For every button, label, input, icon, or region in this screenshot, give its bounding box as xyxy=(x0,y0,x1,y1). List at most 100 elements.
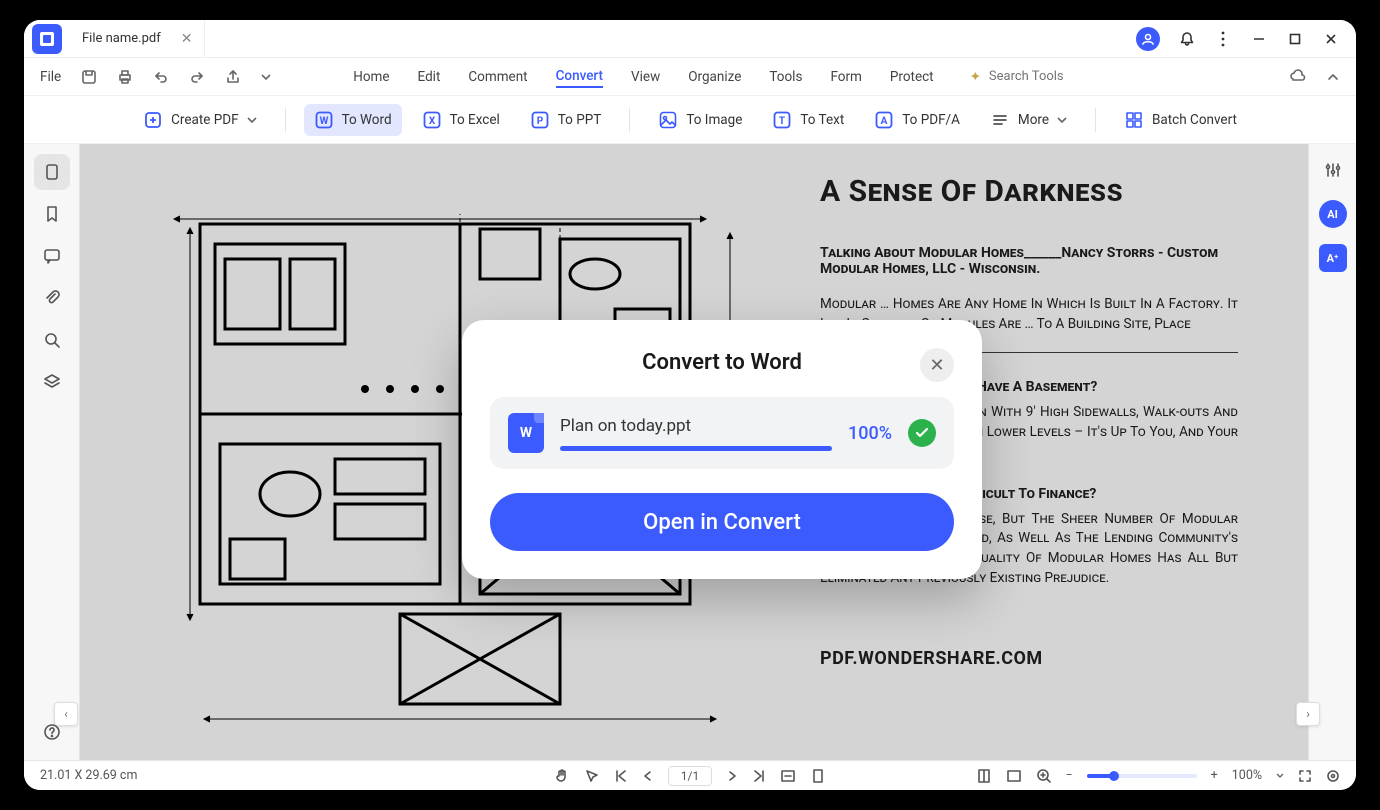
menu-comment[interactable]: Comment xyxy=(468,67,527,87)
window-minimize-icon[interactable] xyxy=(1250,30,1268,48)
zoom-in-icon[interactable] xyxy=(1036,768,1052,784)
to-word-button[interactable]: W To Word xyxy=(304,104,402,136)
save-icon[interactable] xyxy=(81,69,97,85)
undo-icon[interactable] xyxy=(153,69,169,85)
menu-protect[interactable]: Protect xyxy=(890,67,934,87)
to-text-button[interactable]: T To Text xyxy=(762,104,854,136)
fullscreen-icon[interactable] xyxy=(1298,769,1312,783)
to-text-label: To Text xyxy=(800,112,844,128)
left-sidebar xyxy=(24,144,80,760)
comments-icon[interactable] xyxy=(34,238,70,274)
to-ppt-button[interactable]: P To PPT xyxy=(520,104,612,136)
app-window: File name.pdf ✕ File xyxy=(24,20,1356,790)
kebab-menu-icon[interactable] xyxy=(1214,30,1232,48)
menu-view[interactable]: View xyxy=(631,67,660,87)
chevron-down-icon xyxy=(1057,115,1067,125)
user-avatar-icon[interactable] xyxy=(1136,27,1160,51)
modal-title: Convert to Word xyxy=(642,350,802,375)
fit-page-icon[interactable] xyxy=(810,768,826,784)
app-logo-icon xyxy=(32,24,62,54)
title-bar: File name.pdf ✕ xyxy=(24,20,1356,58)
svg-text:W: W xyxy=(319,116,328,127)
right-sidebar: AI A⁺ xyxy=(1308,144,1356,760)
to-image-label: To Image xyxy=(686,112,742,128)
read-mode-icon[interactable] xyxy=(976,768,992,784)
zoom-minus-icon[interactable]: − xyxy=(1066,768,1073,783)
doc-url: PDF.WONDERSHARE.COM xyxy=(820,648,1238,669)
more-button[interactable]: More xyxy=(980,104,1077,136)
select-tool-icon[interactable] xyxy=(584,768,600,784)
sparkle-icon: ✦ xyxy=(970,69,981,85)
page-indicator[interactable]: 1/1 xyxy=(668,766,712,786)
thumbnails-icon[interactable] xyxy=(34,154,70,190)
create-pdf-button[interactable]: Create PDF xyxy=(133,104,267,136)
sidebar-collapse-right-icon[interactable]: › xyxy=(1296,702,1320,726)
batch-convert-button[interactable]: Batch Convert xyxy=(1114,104,1247,136)
window-maximize-icon[interactable] xyxy=(1286,30,1304,48)
menu-edit[interactable]: Edit xyxy=(418,67,441,87)
menu-home[interactable]: Home xyxy=(353,67,389,87)
print-icon[interactable] xyxy=(117,69,133,85)
zoom-value[interactable]: 100% xyxy=(1232,768,1262,783)
zoom-dropdown-icon[interactable] xyxy=(1276,772,1284,780)
fit-width-icon[interactable] xyxy=(780,768,796,784)
to-pdfa-button[interactable]: A To PDF/A xyxy=(864,104,970,136)
document-tab[interactable]: File name.pdf ✕ xyxy=(70,20,205,58)
chevron-up-icon[interactable] xyxy=(1326,70,1340,84)
batch-convert-label: Batch Convert xyxy=(1152,112,1237,128)
page-dimensions: 21.01 X 29.69 cm xyxy=(40,768,137,783)
zoom-slider[interactable] xyxy=(1087,774,1197,778)
convert-toolbar: Create PDF W To Word X To Excel P To PPT… xyxy=(24,96,1356,144)
bell-icon[interactable] xyxy=(1178,30,1196,48)
to-excel-button[interactable]: X To Excel xyxy=(412,104,510,136)
attachments-icon[interactable] xyxy=(34,280,70,316)
cloud-sync-icon[interactable] xyxy=(1288,68,1306,86)
tab-filename: File name.pdf xyxy=(82,31,161,46)
sidebar-collapse-left-icon[interactable]: ‹ xyxy=(54,702,78,726)
menu-convert[interactable]: Convert xyxy=(556,66,603,88)
svg-text:X: X xyxy=(428,116,435,127)
to-excel-label: To Excel xyxy=(450,112,500,128)
to-pdfa-label: To PDF/A xyxy=(902,112,960,128)
modal-close-icon[interactable]: ✕ xyxy=(920,348,954,382)
chevron-down-icon xyxy=(247,115,257,125)
view-mode-icon[interactable] xyxy=(1006,768,1022,784)
open-in-convert-button[interactable]: Open in Convert xyxy=(490,493,954,551)
ai-icon[interactable]: AI xyxy=(1319,200,1347,228)
progress-bar xyxy=(560,446,832,451)
window-close-icon[interactable] xyxy=(1322,30,1340,48)
check-icon xyxy=(908,419,936,447)
file-menu[interactable]: File xyxy=(40,69,61,85)
search-sidebar-icon[interactable] xyxy=(34,322,70,358)
search-tools-input[interactable] xyxy=(989,69,1089,84)
modal-percent: 100% xyxy=(848,423,892,444)
quick-dropdown-icon[interactable] xyxy=(261,72,271,82)
more-label: More xyxy=(1018,112,1049,128)
prev-page-icon[interactable] xyxy=(642,770,654,782)
menu-tabs: Home Edit Comment Convert View Organize … xyxy=(353,66,1089,88)
settings-gear-icon[interactable] xyxy=(1326,769,1340,783)
doc-subtitle: Talking About Modular Homes______Nancy S… xyxy=(820,245,1238,277)
to-image-button[interactable]: To Image xyxy=(648,104,752,136)
share-icon[interactable] xyxy=(225,69,241,85)
svg-text:A: A xyxy=(881,116,888,127)
last-page-icon[interactable] xyxy=(752,769,766,783)
hand-tool-icon[interactable] xyxy=(554,768,570,784)
menu-organize[interactable]: Organize xyxy=(688,67,741,87)
menu-bar: File Home Edit Comment Convert View Orga… xyxy=(24,58,1356,96)
layers-icon[interactable] xyxy=(34,364,70,400)
adjust-icon[interactable] xyxy=(1319,156,1347,184)
modal-filename: Plan on today.ppt xyxy=(560,416,832,436)
menu-tools[interactable]: Tools xyxy=(769,67,802,87)
translate-icon[interactable]: A⁺ xyxy=(1319,244,1347,272)
next-page-icon[interactable] xyxy=(726,770,738,782)
redo-icon[interactable] xyxy=(189,69,205,85)
zoom-plus-icon[interactable]: + xyxy=(1211,768,1218,783)
tab-close-icon[interactable]: ✕ xyxy=(181,31,193,47)
menu-form[interactable]: Form xyxy=(830,67,861,87)
first-page-icon[interactable] xyxy=(614,769,628,783)
to-word-label: To Word xyxy=(342,112,392,128)
status-bar: 21.01 X 29.69 cm 1/1 − + 100% xyxy=(24,760,1356,790)
convert-modal: Convert to Word ✕ W Plan on today.ppt 10… xyxy=(462,320,982,579)
bookmarks-icon[interactable] xyxy=(34,196,70,232)
